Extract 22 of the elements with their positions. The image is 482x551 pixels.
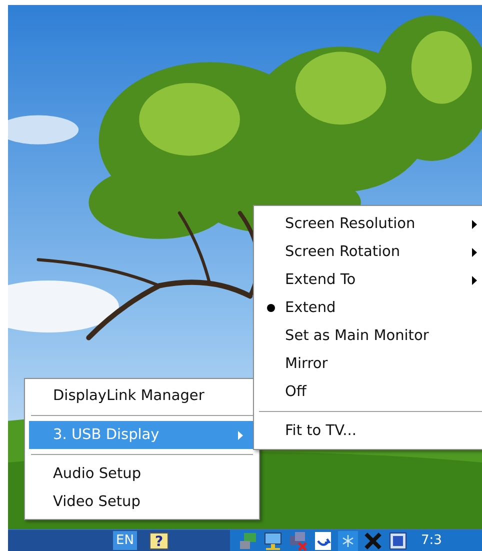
display-icon[interactable] — [388, 530, 408, 550]
menu-item[interactable]: Screen Rotation — [257, 238, 482, 266]
sync-icon[interactable] — [313, 530, 333, 550]
menu-item[interactable]: Fit to TV... — [257, 417, 482, 445]
menu-item[interactable]: DisplayLink Manager — [29, 382, 255, 410]
menu-item[interactable]: Extend To — [257, 266, 482, 294]
menu-item[interactable]: Mirror — [257, 350, 482, 378]
help-icon[interactable]: ? — [148, 532, 169, 550]
submenu-arrow-icon — [472, 248, 477, 256]
submenu-arrow-icon — [238, 430, 243, 440]
menu-item[interactable]: Screen Resolution — [257, 210, 482, 238]
submenu-arrow-icon — [472, 276, 477, 284]
snowflake-icon[interactable] — [338, 530, 358, 550]
menu-item[interactable]: Video Setup — [29, 488, 255, 516]
monitor-icon[interactable] — [263, 530, 283, 550]
menu-item[interactable]: Audio Setup — [29, 460, 255, 488]
menu-item[interactable]: Off — [257, 378, 482, 406]
disconnected-icon[interactable] — [363, 530, 383, 550]
clock: 7:3 — [421, 533, 442, 548]
menu-item[interactable]: Set as Main Monitor — [257, 322, 482, 350]
submenu-arrow-icon — [472, 220, 477, 228]
menu-item[interactable]: Extend — [257, 294, 482, 322]
